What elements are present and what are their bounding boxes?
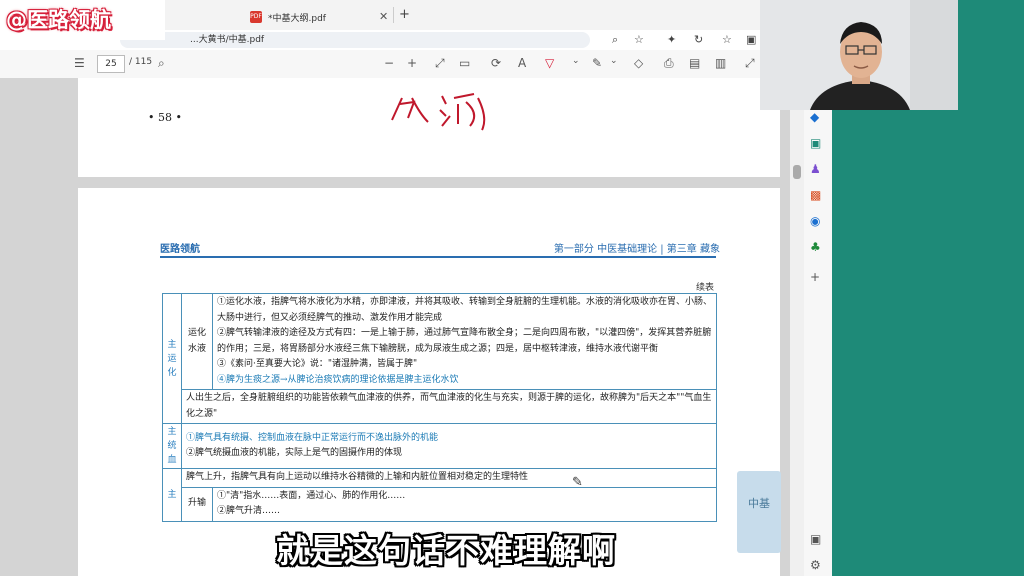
background-panel — [832, 110, 1024, 576]
tab-divider — [393, 7, 394, 23]
video-subtitle: 就是这句话不难理解啊 — [276, 531, 616, 570]
read-aloud-icon[interactable]: A — [518, 56, 526, 70]
favorites-icon[interactable]: ☆ — [722, 33, 732, 46]
pdf-icon: PDF — [250, 11, 262, 23]
tag-icon[interactable]: ◆ — [810, 110, 819, 124]
close-icon[interactable]: ✕ — [379, 10, 388, 23]
eraser-icon[interactable]: ◇ — [634, 56, 643, 70]
presenter-video — [760, 0, 958, 110]
list-item: ①运化水液，指脾气将水液化为水精，亦即津液，并将其吸收、转输到全身脏腑的生理机能… — [217, 297, 713, 323]
scrollbar[interactable] — [790, 110, 804, 576]
contents-icon[interactable]: ☰ — [74, 56, 85, 70]
row-label-yunhua: 主运化 — [162, 293, 182, 424]
url-field[interactable]: ...大黄书/中基.pdf — [120, 32, 590, 48]
scroll-thumb[interactable] — [793, 165, 801, 179]
list-item: ②脾气统摄血液的机能，实际上是气的固摄作用的体现 — [186, 448, 403, 458]
webcam-overlay — [760, 0, 958, 110]
refresh-icon[interactable]: ↻ — [694, 33, 703, 46]
briefcase-icon[interactable]: ▣ — [810, 136, 821, 150]
header-divider — [160, 256, 716, 258]
tree-icon[interactable]: ♣ — [810, 240, 821, 254]
fullscreen-icon[interactable]: ⤢ — [745, 56, 755, 71]
add-icon[interactable]: + — [810, 270, 820, 284]
book-logo: 医路领航 — [160, 244, 200, 255]
settings-icon[interactable]: ⚙ — [810, 558, 821, 572]
row-label-shengshu: 升输 — [181, 486, 213, 522]
pdf-page: 医路领航 第一部分 中医基础理论 | 第三章 藏象 续表 主运化 运化水液 ①运… — [78, 188, 780, 576]
table-cell: ①脾气具有统摄、控制血液在脉中正常运行而不逸出脉外的机能 ②脾气统摄血液的机能，… — [181, 423, 717, 469]
table-cell: 脾气上升，指脾气具有向上运动以维持水谷精微的上输和内脏位置相对稳定的生理特性 — [181, 468, 717, 488]
pdf-toolbar: ☰ 25 / 115 ⌕ − + ⤢ ▭ ⟳ A ▽ ⌄ ✎ ⌄ ◇ ⎙ ▤ ▥… — [0, 50, 760, 79]
pdf-viewer[interactable]: • 58 • 医路领航 第一部分 中医基础理论 | 第三章 藏象 续表 主运化 … — [0, 78, 790, 576]
outlook-icon[interactable]: ◉ — [810, 214, 820, 228]
pen-cursor-icon: ✎ — [572, 475, 583, 490]
continued-label: 续表 — [695, 283, 714, 293]
list-item: ②脾气转输津液的途径及方式有四：一是上输于肺，通过肺气宣降布散全身；二是向四周布… — [217, 328, 712, 354]
side-tab[interactable]: 中基 — [737, 471, 781, 553]
page-total: / 115 — [129, 57, 153, 67]
page-number-input[interactable]: 25 — [97, 55, 125, 73]
collections-icon[interactable]: ▣ — [746, 33, 756, 46]
chevron-down-icon[interactable]: ⌄ — [572, 56, 580, 66]
rotate-icon[interactable]: ⟳ — [491, 56, 501, 70]
list-item: ③《素问·至真要大论》说："诸湿肿满，皆属于脾" — [217, 359, 418, 369]
edge-sidebar: ◆ ▣ ♟ ▩ ◉ ♣ + ▣ ⚙ — [804, 100, 832, 576]
row-label-shuiye: 运化水液 — [181, 293, 213, 390]
new-tab-icon[interactable]: + — [399, 7, 410, 22]
zoom-icon[interactable]: ⌕ — [612, 33, 618, 47]
draw-icon[interactable]: ▽ — [545, 56, 554, 70]
watermark: @医路领航 — [0, 0, 165, 40]
table-cell: ①运化水液，指脾气将水液化为水精，亦即津液，并将其吸收、转输到全身脏腑的生理机能… — [212, 293, 717, 390]
zoom-out-icon[interactable]: − — [384, 56, 394, 70]
people-icon[interactable]: ♟ — [810, 162, 821, 176]
row-label-sheng: 主 — [162, 468, 182, 522]
list-item: ④脾为生痰之源→从脾论治痰饮病的理论依据是脾主运化水饮 — [217, 374, 459, 385]
search-icon[interactable]: ⌕ — [158, 56, 165, 71]
side-tab-label: 中基 — [748, 497, 770, 510]
chevron-down-icon[interactable]: ⌄ — [610, 56, 618, 66]
tab-title: *中基大纲.pdf — [268, 13, 326, 24]
fit-page-icon[interactable]: ⤢ — [435, 56, 445, 71]
sidebar-toggle-icon[interactable]: ▣ — [810, 532, 821, 546]
table-cell: 人出生之后，全身脏腑组织的功能皆依赖气血津液的供养，而气血津液的化生与充实，则源… — [181, 389, 717, 424]
pdf-page: • 58 • — [78, 78, 780, 177]
page-number: • 58 • — [148, 111, 182, 124]
office-icon[interactable]: ▩ — [810, 188, 821, 202]
table-cell: ①"清"指水……表面，通过心、肺的作用化…… ②脾气升清…… — [212, 486, 717, 522]
zoom-in-icon[interactable]: + — [407, 56, 417, 70]
list-item: ①脾气具有统摄、控制血液在脉中正常运行而不逸出脉外的机能 — [186, 432, 439, 443]
tab-pdf[interactable]: PDF *中基大纲.pdf — [250, 6, 390, 28]
row-label-tongxue: 主统血 — [162, 423, 182, 469]
list-item: ②脾气升清…… — [217, 506, 281, 516]
content-table: 主运化 运化水液 ①运化水液，指脾气将水液化为水精，亦即津液，并将其吸收、转输到… — [162, 293, 717, 522]
list-item: ①"清"指水……表面，通过心、肺的作用化…… — [217, 490, 406, 501]
section-header: 第一部分 中医基础理论 | 第三章 藏象 — [553, 244, 720, 255]
highlight-icon[interactable]: ✎ — [592, 56, 602, 70]
handwritten-annotation — [391, 93, 486, 131]
extension-icon[interactable]: ✦ — [667, 33, 676, 46]
page-view-icon[interactable]: ▭ — [459, 56, 470, 70]
print-icon[interactable]: ⎙ — [664, 56, 674, 71]
save-icon[interactable]: ▤ — [689, 56, 700, 70]
favorite-star-icon[interactable]: ☆ — [634, 33, 644, 46]
save-as-icon[interactable]: ▥ — [715, 56, 726, 70]
